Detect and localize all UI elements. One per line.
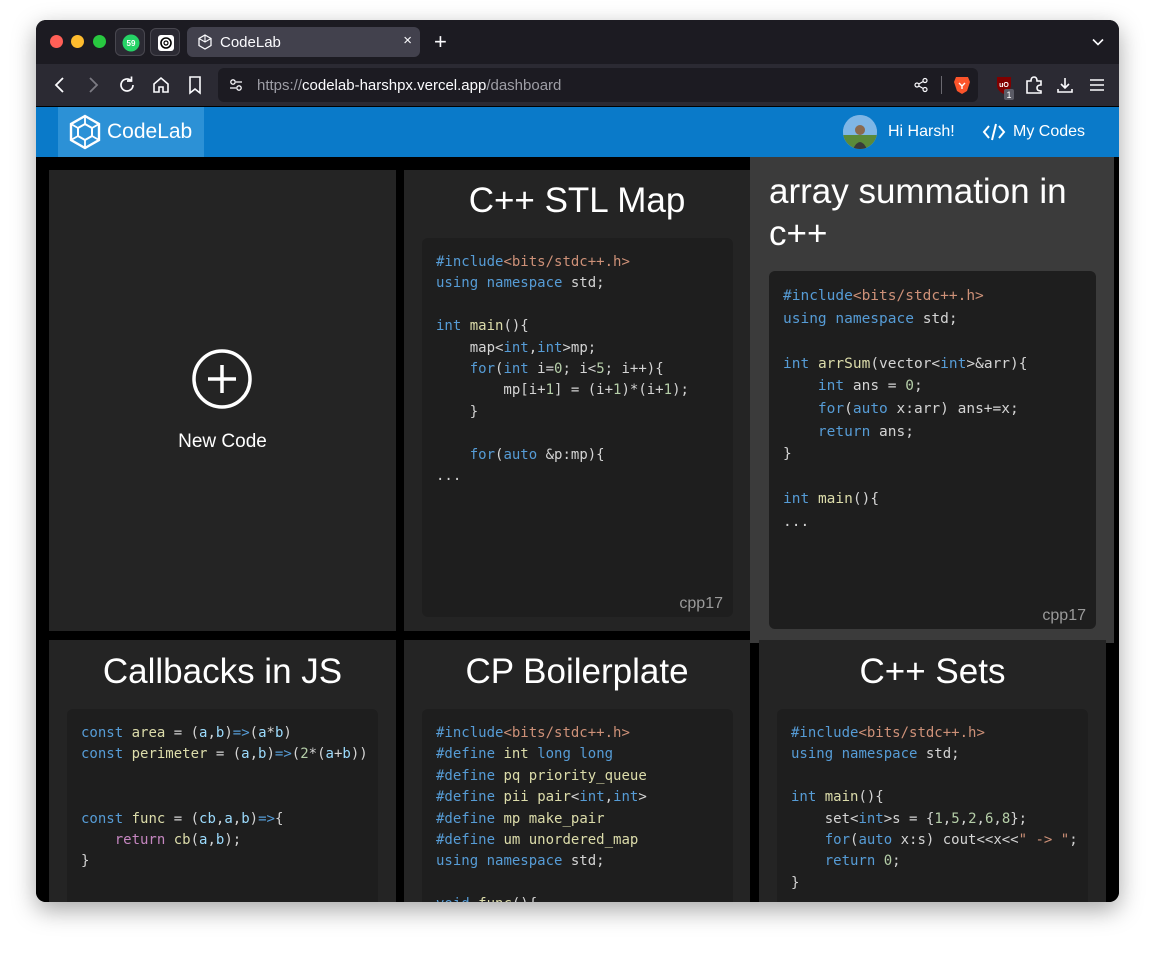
my-codes-link[interactable]: My Codes [1013,123,1085,141]
code-preview: #include<bits/stdc++.h> #define int long… [422,709,733,902]
code-preview: #include<bits/stdc++.h> using namespace … [769,271,1096,629]
svg-text:1: 1 [1006,90,1011,100]
tab-codelab[interactable]: CodeLab × [187,27,420,57]
new-tab-button[interactable]: + [434,31,447,53]
card-title: array summation in c++ [769,172,1067,253]
url-text: https://codelab-harshpx.vercel.app/dashb… [257,77,562,94]
code-card[interactable]: CP Boilerplate #include<bits/stdc++.h> #… [404,640,750,902]
new-code-label: New Code [178,431,267,452]
app-header: CodeLab Hi Harsh! My Codes [36,107,1119,157]
menu-icon[interactable] [1086,74,1108,96]
plus-circle-icon [192,349,252,409]
back-icon[interactable] [49,74,71,96]
code-snippet: const area = (a,b)=>(a*b) const perimete… [81,725,368,870]
brand-name: CodeLab [107,120,193,143]
code-card[interactable]: Callbacks in JS const area = (a,b)=>(a*b… [49,640,396,902]
extensions-icon[interactable] [1023,74,1045,96]
code-preview: const area = (a,b)=>(a*b) const perimete… [67,709,378,902]
maximize-window-button[interactable] [93,35,106,48]
code-snippet: #include<bits/stdc++.h> using namespace … [783,288,1028,530]
code-preview: #include<bits/stdc++.h> using namespace … [422,238,733,617]
reload-icon[interactable] [116,74,138,96]
new-code-card[interactable]: New Code [49,170,396,631]
svg-text:uO: uO [999,82,1009,89]
card-title: C++ Sets [859,652,1006,691]
code-preview: #include<bits/stdc++.h> using namespace … [777,709,1088,902]
code-snippet: #include<bits/stdc++.h> #define int long… [436,725,647,902]
ublock-origin-icon[interactable]: uO 1 [995,75,1015,101]
download-icon[interactable] [1054,74,1076,96]
pinned-tab-whatsapp[interactable]: 59 [115,28,145,56]
minimize-window-button[interactable] [71,35,84,48]
browser-window: 59 CodeLab × + https://codelab-harshpx.v… [36,20,1119,902]
card-title: C++ STL Map [468,181,686,220]
site-settings-icon[interactable] [228,77,244,93]
brand-logo-link[interactable]: CodeLab [58,107,204,157]
brave-shields-icon[interactable] [953,75,971,95]
bookmark-icon[interactable] [184,74,206,96]
user-avatar-image [843,115,877,149]
whatsapp-icon: 59 [122,34,140,52]
forward-icon[interactable] [82,74,104,96]
dashboard-grid: New Code C++ STL Map #include<bits/stdc+… [36,157,1119,902]
tab-bar: 59 CodeLab × + [36,20,1119,64]
code-card-hovered[interactable]: array summation in c++ #include<bits/std… [750,157,1114,643]
codelab-logo-icon [69,114,101,150]
pinned-tab-chatgpt[interactable] [150,28,180,56]
svg-text:59: 59 [127,39,136,48]
language-badge: cpp17 [679,595,723,612]
navigation-toolbar: https://codelab-harshpx.vercel.app/dashb… [36,64,1119,106]
url-divider [941,76,942,94]
close-tab-icon[interactable]: × [403,32,412,49]
share-icon[interactable] [913,77,929,93]
chevron-down-icon[interactable] [1091,35,1105,49]
card-title: CP Boilerplate [465,652,689,691]
codelab-favicon-icon [198,34,212,50]
code-snippet: #include<bits/stdc++.h> using namespace … [436,254,689,485]
openai-icon [158,35,174,51]
card-title: Callbacks in JS [102,652,343,691]
code-icon[interactable] [982,122,1006,142]
avatar[interactable] [843,115,877,149]
language-badge: cpp17 [1042,607,1086,624]
tab-title: CodeLab [220,34,281,51]
user-greeting: Hi Harsh! [888,123,955,140]
code-snippet: #include<bits/stdc++.h> using namespace … [791,725,1078,891]
home-icon[interactable] [150,74,172,96]
close-window-button[interactable] [50,35,63,48]
code-card[interactable]: C++ Sets #include<bits/stdc++.h> using n… [759,640,1106,902]
address-bar[interactable]: https://codelab-harshpx.vercel.app/dashb… [218,68,978,102]
code-card[interactable]: C++ STL Map #include<bits/stdc++.h> usin… [404,170,750,631]
